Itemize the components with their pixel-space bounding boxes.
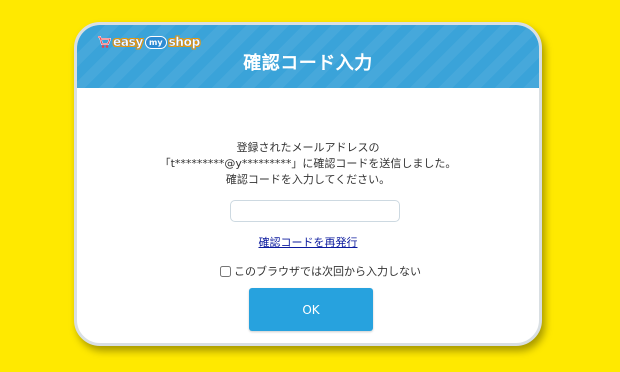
remember-browser-checkbox[interactable]	[220, 265, 231, 277]
instruction-message: 登録されたメールアドレスの 「t*********@y*********」に確認…	[77, 140, 539, 188]
message-line: 登録されたメールアドレスの	[236, 141, 380, 154]
verification-dialog: easy my shop 確認コード入力 登録されたメールアドレスの 「t***…	[74, 22, 542, 346]
ok-button[interactable]: OK	[249, 288, 373, 331]
message-line: 「t*********@y*********」に確認コードを送信しました。	[159, 157, 457, 170]
logo-text-my: my	[145, 35, 167, 49]
logo-text-shop: shop	[168, 35, 200, 49]
remember-browser-row[interactable]: このブラウザでは次回から入力しない	[220, 263, 421, 279]
resend-link-row: 確認コードを再発行	[77, 234, 539, 250]
dialog-header: easy my shop 確認コード入力	[77, 25, 539, 88]
dialog-title: 確認コード入力	[243, 53, 373, 74]
remember-browser-label: このブラウザでは次回から入力しない	[234, 265, 421, 278]
logo-text-easy: easy	[113, 35, 144, 49]
verification-code-input[interactable]	[230, 200, 400, 222]
message-line: 確認コードを入力してください。	[225, 173, 391, 186]
shopping-cart-icon	[98, 36, 111, 48]
resend-code-link[interactable]: 確認コードを再発行	[259, 236, 358, 249]
